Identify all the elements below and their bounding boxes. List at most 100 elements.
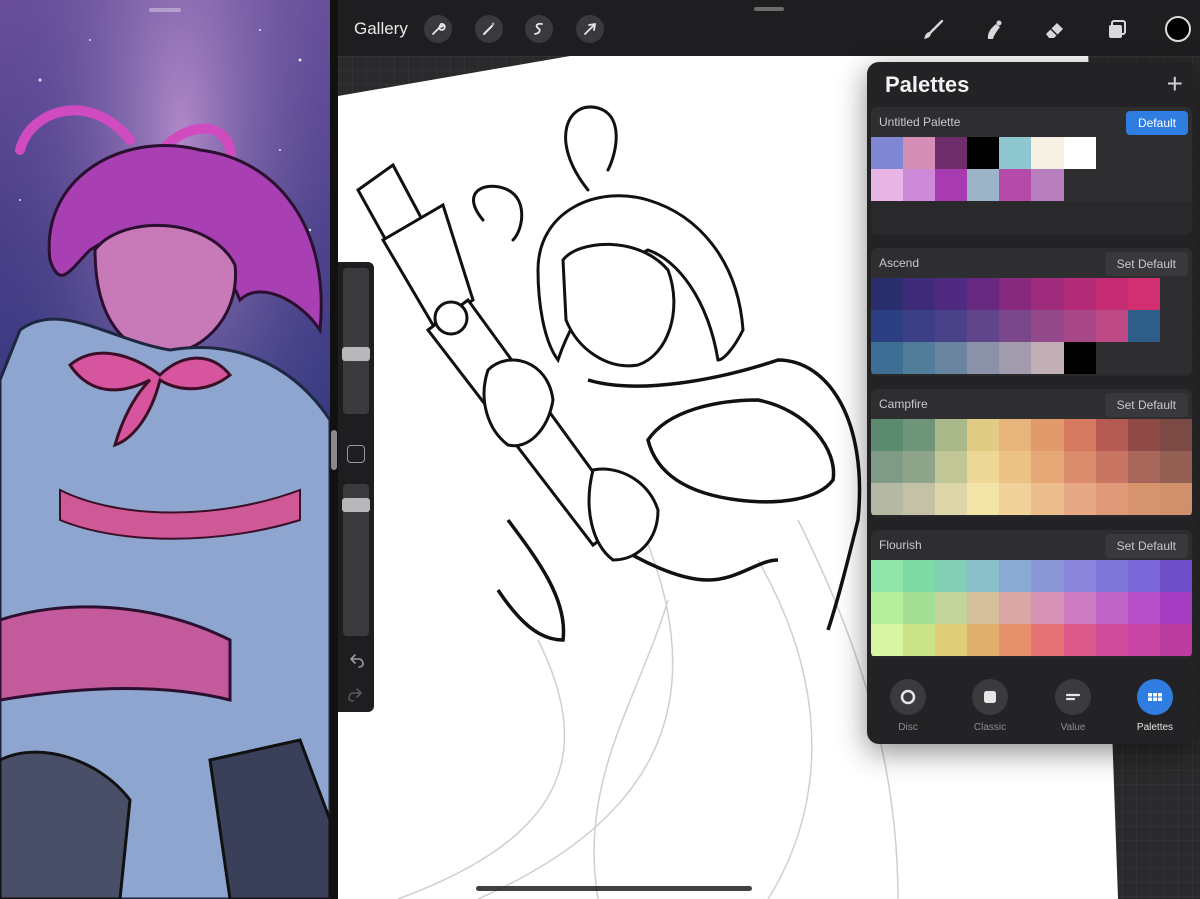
color-swatch[interactable] <box>999 592 1032 624</box>
color-swatch[interactable] <box>1063 278 1096 310</box>
color-swatch[interactable] <box>871 342 904 374</box>
color-swatch[interactable] <box>935 310 968 342</box>
opacity-thumb[interactable] <box>342 498 370 512</box>
color-swatch[interactable] <box>871 483 904 515</box>
color-swatch[interactable] <box>903 342 936 374</box>
color-swatch[interactable] <box>1127 624 1160 656</box>
color-swatch[interactable] <box>935 451 968 483</box>
color-swatch[interactable] <box>1031 624 1064 656</box>
color-swatch[interactable] <box>1031 451 1064 483</box>
set-default-button[interactable]: Set Default <box>1104 393 1188 417</box>
color-swatch[interactable] <box>1063 592 1096 624</box>
color-swatch[interactable] <box>1159 560 1192 592</box>
eraser-button[interactable] <box>1040 15 1070 45</box>
color-swatch[interactable] <box>1031 560 1064 592</box>
color-swatch[interactable] <box>967 624 1000 656</box>
color-swatch[interactable] <box>1063 419 1096 451</box>
color-swatch[interactable] <box>1095 624 1128 656</box>
color-swatch[interactable] <box>871 560 904 592</box>
color-swatch[interactable] <box>1063 560 1096 592</box>
brush-size-thumb[interactable] <box>342 347 370 361</box>
smudge-button[interactable] <box>979 15 1009 45</box>
layers-button[interactable] <box>1102 15 1132 45</box>
color-swatch[interactable] <box>1031 278 1064 310</box>
color-swatch[interactable] <box>1159 483 1192 515</box>
selection-button[interactable] <box>525 15 553 43</box>
color-swatch[interactable] <box>999 137 1032 169</box>
palette-card-untitled[interactable]: Untitled Palette Default <box>871 107 1192 235</box>
color-swatch[interactable] <box>967 592 1000 624</box>
palette-card-flourish[interactable]: Flourish Set Default <box>871 530 1192 658</box>
color-swatch[interactable] <box>1159 451 1192 483</box>
color-swatch[interactable] <box>1095 592 1128 624</box>
opacity-slider[interactable] <box>342 484 370 636</box>
color-swatch[interactable] <box>903 592 936 624</box>
color-swatch[interactable] <box>999 310 1032 342</box>
color-swatch[interactable] <box>935 483 968 515</box>
color-swatch[interactable] <box>1031 169 1064 201</box>
actions-button[interactable] <box>424 15 452 43</box>
color-swatch[interactable] <box>967 137 1000 169</box>
color-swatch[interactable] <box>1095 451 1128 483</box>
color-swatch[interactable] <box>999 278 1032 310</box>
color-swatch[interactable] <box>1095 278 1128 310</box>
current-color-button[interactable] <box>1165 16 1191 42</box>
color-swatch[interactable] <box>935 342 968 374</box>
color-swatch[interactable] <box>1127 483 1160 515</box>
color-swatch[interactable] <box>871 624 904 656</box>
color-swatch[interactable] <box>903 451 936 483</box>
color-swatch[interactable] <box>967 278 1000 310</box>
color-swatch[interactable] <box>1127 451 1160 483</box>
tab-classic[interactable]: Classic <box>950 679 1030 733</box>
color-swatch[interactable] <box>999 483 1032 515</box>
color-swatch[interactable] <box>1031 592 1064 624</box>
color-swatch[interactable] <box>1095 483 1128 515</box>
color-swatch[interactable] <box>999 342 1032 374</box>
color-swatch[interactable] <box>903 310 936 342</box>
color-swatch[interactable] <box>1127 419 1160 451</box>
color-swatch[interactable] <box>1031 419 1064 451</box>
split-view-handle[interactable] <box>331 430 337 470</box>
empty-swatch-row[interactable] <box>871 515 1192 517</box>
color-swatch[interactable] <box>903 560 936 592</box>
brush-size-slider[interactable] <box>342 268 370 414</box>
reference-image-panel[interactable] <box>0 0 330 899</box>
tab-palettes[interactable]: Palettes <box>1115 679 1195 733</box>
color-swatch[interactable] <box>1159 592 1192 624</box>
color-swatch[interactable] <box>999 560 1032 592</box>
color-swatch[interactable] <box>935 624 968 656</box>
color-swatch[interactable] <box>999 169 1032 201</box>
color-swatch[interactable] <box>935 592 968 624</box>
color-swatch[interactable] <box>871 278 904 310</box>
brush-button[interactable] <box>918 15 948 45</box>
color-swatch[interactable] <box>1159 624 1192 656</box>
color-swatch[interactable] <box>967 483 1000 515</box>
color-swatch[interactable] <box>871 592 904 624</box>
color-swatch[interactable] <box>1095 310 1128 342</box>
palette-card-campfire[interactable]: Campfire Set Default <box>871 389 1192 517</box>
color-swatch[interactable] <box>1127 278 1160 310</box>
top-grabber[interactable] <box>754 7 784 11</box>
tab-disc[interactable]: Disc <box>868 679 948 733</box>
color-swatch[interactable] <box>903 278 936 310</box>
color-swatch[interactable] <box>1031 342 1064 374</box>
color-swatch[interactable] <box>935 169 968 201</box>
modify-button[interactable] <box>347 445 365 463</box>
color-swatch[interactable] <box>935 419 968 451</box>
palette-card-ascend[interactable]: Ascend Set Default <box>871 248 1192 376</box>
default-palette-button[interactable]: Default <box>1125 111 1188 135</box>
color-swatch[interactable] <box>1095 419 1128 451</box>
empty-swatch-row[interactable] <box>871 374 1192 376</box>
color-swatch[interactable] <box>1031 310 1064 342</box>
color-swatch[interactable] <box>1063 483 1096 515</box>
color-swatch[interactable] <box>1063 451 1096 483</box>
split-view-grabber[interactable] <box>149 8 181 12</box>
color-swatch[interactable] <box>1063 624 1096 656</box>
color-swatch[interactable] <box>1063 137 1096 169</box>
set-default-button[interactable]: Set Default <box>1104 252 1188 276</box>
color-swatch[interactable] <box>967 560 1000 592</box>
color-swatch[interactable] <box>967 310 1000 342</box>
color-swatch[interactable] <box>871 419 904 451</box>
color-swatch[interactable] <box>871 169 904 201</box>
gallery-button[interactable]: Gallery <box>354 19 408 39</box>
